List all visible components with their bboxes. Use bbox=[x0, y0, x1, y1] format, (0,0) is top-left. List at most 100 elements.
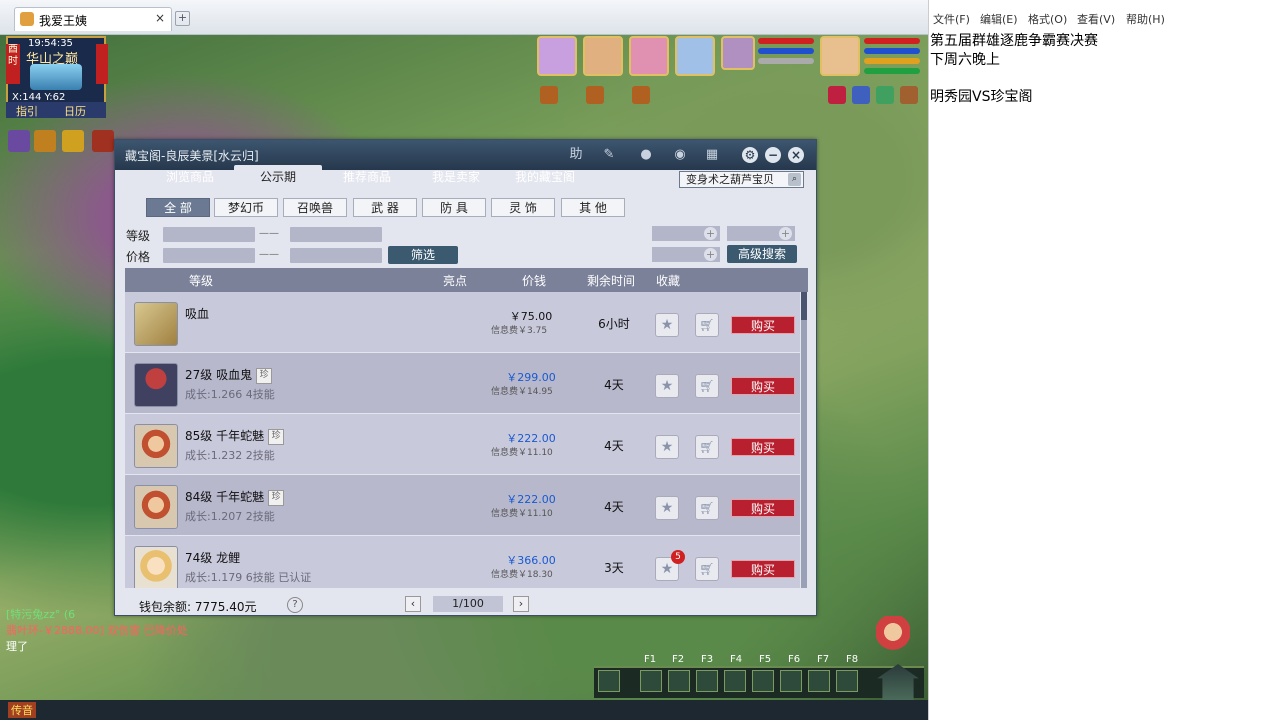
buff-icon-3[interactable] bbox=[632, 86, 650, 104]
tab-my-shop[interactable]: 我的藏宝阁 bbox=[501, 165, 589, 190]
category-other[interactable]: 其 他 bbox=[561, 198, 625, 217]
video-icon[interactable] bbox=[62, 130, 84, 152]
category-coins[interactable]: 梦幻币 bbox=[214, 198, 278, 217]
filter-button[interactable]: 筛选 bbox=[388, 246, 458, 264]
tab-public[interactable]: 公示期 bbox=[234, 165, 322, 190]
skill-slot[interactable] bbox=[808, 670, 830, 692]
new-tab-button[interactable]: + bbox=[175, 11, 190, 26]
skill-slot[interactable] bbox=[696, 670, 718, 692]
buff-icon-1[interactable] bbox=[540, 86, 558, 104]
favorite-star-icon[interactable]: ★ bbox=[655, 435, 679, 459]
add-cart-icon[interactable]: 🛒︎ bbox=[695, 496, 719, 520]
buff-icon-2[interactable] bbox=[586, 86, 604, 104]
favorite-star-icon[interactable]: ★ bbox=[655, 374, 679, 398]
record-icon[interactable]: ● bbox=[638, 147, 654, 163]
favorite-star-icon[interactable]: ★ bbox=[655, 313, 679, 337]
help-icon[interactable]: 助 bbox=[568, 147, 584, 163]
arrow-left-icon[interactable] bbox=[8, 130, 30, 152]
menu-file[interactable]: 文件(F) bbox=[933, 11, 970, 27]
minimize-icon[interactable]: − bbox=[765, 147, 781, 163]
price-min-input[interactable] bbox=[163, 248, 255, 263]
cart-icon[interactable]: ▦ bbox=[704, 147, 720, 163]
table-row[interactable]: 85级 千年蛇魅珍 成长:1.232 2技能 ￥222.00 信息费￥11.10… bbox=[125, 414, 800, 474]
table-row[interactable]: 27级 吸血鬼珍 成长:1.266 4技能 ￥299.00 信息费￥14.95 … bbox=[125, 353, 800, 413]
table-row[interactable]: 吸血 ￥75.00 信息费￥3.75 6小时 ★ 🛒︎ 购买 bbox=[125, 292, 800, 352]
character-icon[interactable] bbox=[900, 86, 918, 104]
favorite-star-icon[interactable]: ★ bbox=[655, 496, 679, 520]
calendar-button[interactable]: 日历 bbox=[64, 103, 86, 119]
menu-edit[interactable]: 编辑(E) bbox=[980, 11, 1018, 27]
next-page-button[interactable]: › bbox=[513, 596, 529, 612]
skill-slot[interactable] bbox=[724, 670, 746, 692]
skill-slot[interactable] bbox=[640, 670, 662, 692]
settings-icon[interactable]: ⚙ bbox=[742, 147, 758, 163]
game-viewport[interactable]: 我爱王姨 × + 19:54:35 华山之巅 X:144 Y:62 酉时 指引 … bbox=[0, 0, 928, 720]
category-armor[interactable]: 防 具 bbox=[422, 198, 486, 217]
category-all[interactable]: 全 部 bbox=[146, 198, 210, 217]
plus-icon: + bbox=[779, 227, 792, 240]
note-line: 明秀园VS珍宝阁 bbox=[930, 89, 1033, 105]
chat-bubble-icon[interactable]: ◉ bbox=[672, 147, 688, 163]
menu-view[interactable]: 查看(V) bbox=[1077, 11, 1115, 27]
add-cart-icon[interactable]: 🛒︎ bbox=[695, 435, 719, 459]
team-portrait-4[interactable] bbox=[675, 36, 715, 76]
extra-filter-2[interactable]: + bbox=[727, 226, 795, 241]
close-icon[interactable]: × bbox=[788, 147, 804, 163]
buy-button[interactable]: 购买 bbox=[731, 377, 795, 395]
dream-icon[interactable] bbox=[34, 130, 56, 152]
assistant-avatar-icon[interactable] bbox=[876, 616, 910, 656]
buy-button[interactable]: 购买 bbox=[731, 438, 795, 456]
player-portrait[interactable] bbox=[820, 36, 860, 76]
buy-button[interactable]: 购买 bbox=[731, 316, 795, 334]
heart-icon[interactable] bbox=[828, 86, 846, 104]
team-portrait-3[interactable] bbox=[629, 36, 669, 76]
skill-slot[interactable] bbox=[780, 670, 802, 692]
skill-slot[interactable] bbox=[836, 670, 858, 692]
advanced-search-button[interactable]: 高级搜索 bbox=[727, 245, 797, 263]
browser-tab[interactable]: 我爱王姨 × bbox=[14, 7, 172, 31]
buy-button[interactable]: 购买 bbox=[731, 560, 795, 578]
tab-recommended[interactable]: 推荐商品 bbox=[323, 165, 411, 190]
search-input[interactable]: 变身术之葫芦宝贝 ⌕ bbox=[679, 171, 804, 188]
guide-button[interactable]: 指引 bbox=[16, 103, 38, 119]
gift-icon[interactable] bbox=[92, 130, 114, 152]
skill-slot[interactable] bbox=[598, 670, 620, 692]
skill-slot[interactable] bbox=[752, 670, 774, 692]
pet-portrait[interactable] bbox=[721, 36, 755, 70]
gem-icon[interactable] bbox=[852, 86, 870, 104]
table-row[interactable]: 74级 龙鲤 成长:1.179 6技能 已认证 ￥366.00 信息费￥18.3… bbox=[125, 536, 800, 588]
category-weapons[interactable]: 武 器 bbox=[353, 198, 417, 217]
list-scrollbar[interactable] bbox=[801, 292, 807, 588]
fkey-label: F6 bbox=[788, 654, 801, 665]
category-accessories[interactable]: 灵 饰 bbox=[491, 198, 555, 217]
search-icon[interactable]: ⌕ bbox=[788, 173, 801, 186]
voice-button[interactable]: 传音 bbox=[8, 702, 36, 718]
prev-page-button[interactable]: ‹ bbox=[405, 596, 421, 612]
table-row[interactable]: 84级 千年蛇魅珍 成长:1.207 2技能 ￥222.00 信息费￥11.10… bbox=[125, 475, 800, 535]
level-max-input[interactable] bbox=[290, 227, 382, 242]
help-question-icon[interactable]: ? bbox=[287, 597, 303, 613]
add-cart-icon[interactable]: 🛒︎ bbox=[695, 557, 719, 581]
team-portrait-2[interactable] bbox=[583, 36, 623, 76]
buy-button[interactable]: 购买 bbox=[731, 499, 795, 517]
close-tab-icon[interactable]: × bbox=[155, 11, 165, 25]
shop-title: 藏宝阁-良辰美景[水云归] bbox=[125, 149, 259, 163]
tab-browse[interactable]: 浏览商品 bbox=[145, 165, 235, 190]
tab-seller[interactable]: 我是卖家 bbox=[412, 165, 500, 190]
extra-filter-1[interactable]: + bbox=[652, 226, 720, 241]
add-cart-icon[interactable]: 🛒︎ bbox=[695, 374, 719, 398]
skill-slot[interactable] bbox=[668, 670, 690, 692]
scrollbar-thumb[interactable] bbox=[801, 292, 807, 320]
edit-icon[interactable]: ✎ bbox=[601, 147, 617, 163]
shop-footer: 钱包余额: 7775.40元 ? ‹ 1/100 › bbox=[115, 592, 816, 616]
extra-filter-3[interactable]: + bbox=[652, 247, 720, 262]
menu-format[interactable]: 格式(O) bbox=[1028, 11, 1067, 27]
col-time: 剩余时间 bbox=[587, 274, 636, 288]
team-portrait-1[interactable] bbox=[537, 36, 577, 76]
add-cart-icon[interactable]: 🛒︎ bbox=[695, 313, 719, 337]
map-icon[interactable] bbox=[876, 86, 894, 104]
level-min-input[interactable] bbox=[163, 227, 255, 242]
price-max-input[interactable] bbox=[290, 248, 382, 263]
menu-help[interactable]: 帮助(H) bbox=[1126, 11, 1165, 27]
category-pets[interactable]: 召唤兽 bbox=[283, 198, 347, 217]
